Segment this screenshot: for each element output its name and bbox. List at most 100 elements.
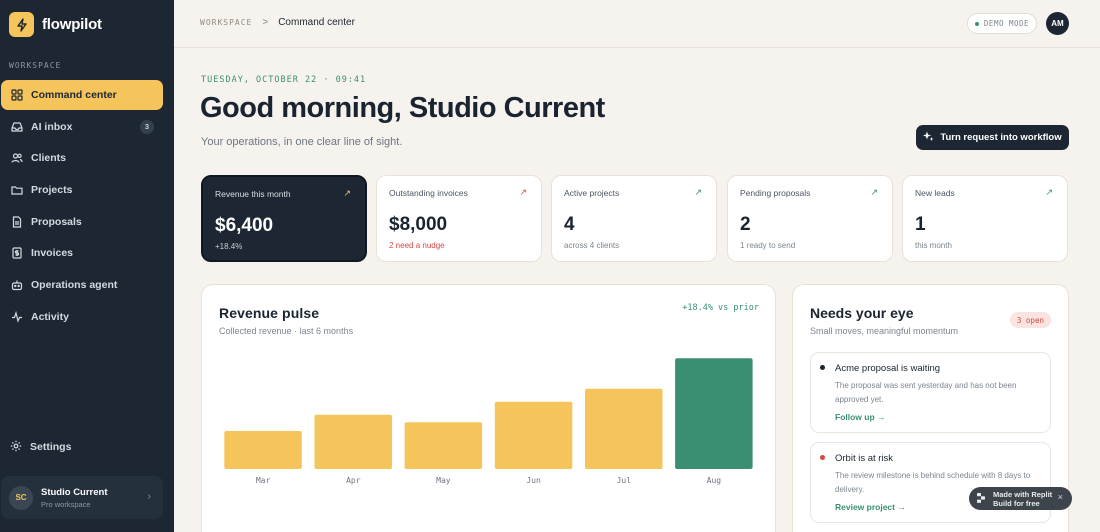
needs-subtitle: Small moves, meaningful momentum xyxy=(810,326,959,336)
arrow-up-right-icon: ↗ xyxy=(343,188,351,198)
brand-name: flowpilot xyxy=(42,16,102,33)
breadcrumb-current: Command center xyxy=(278,17,355,28)
kpi-value: 2 xyxy=(740,214,751,235)
breadcrumb: WORKSPACE > Command center xyxy=(200,17,355,28)
revenue-bar-apr[interactable] xyxy=(314,414,393,469)
users-icon xyxy=(10,152,23,165)
bot-icon xyxy=(10,279,23,292)
activity-icon xyxy=(10,310,23,323)
kpi-label: Revenue this month xyxy=(215,189,291,199)
workflow-button-label: Turn request into workflow xyxy=(940,132,1062,143)
inbox-icon xyxy=(10,120,23,133)
made-with-line1: Made with Replit xyxy=(993,489,1053,499)
breadcrumb-separator-icon: > xyxy=(262,17,269,28)
sidebar-section-label: WORKSPACE xyxy=(9,61,62,70)
arrow-up-right-icon: ↗ xyxy=(1045,187,1053,197)
kpi-value: 4 xyxy=(564,214,575,235)
sidebar-item-label: AI inbox xyxy=(31,120,73,133)
sidebar: flowpilot WORKSPACE Command center AI in… xyxy=(0,0,174,532)
revenue-bar-chart: Mar Apr May Jun Jul Aug xyxy=(224,358,753,485)
sidebar-nav: Command center AI inbox 3 Clients Projec… xyxy=(0,80,174,334)
demo-mode-badge[interactable]: DEMO MODE xyxy=(967,13,1037,34)
sidebar-item-label: Projects xyxy=(31,184,73,197)
user-avatar[interactable]: AM xyxy=(1046,12,1069,35)
kpi-label: Outstanding invoices xyxy=(389,188,468,198)
alert-item[interactable]: Acme proposal is waiting The proposal wa… xyxy=(810,352,1051,433)
lightning-logo-icon xyxy=(9,12,34,37)
alert-title: Acme proposal is waiting xyxy=(835,363,941,374)
alert-body: The proposal was sent yesterday and has … xyxy=(835,381,1017,404)
x-tick-label: May xyxy=(436,476,451,485)
revenue-bar-jun[interactable] xyxy=(494,401,573,469)
sidebar-item-proposals[interactable]: Proposals xyxy=(1,207,163,237)
workspace-plan: Pro workspace xyxy=(41,499,91,509)
kpi-note: this month xyxy=(915,241,952,250)
sparkle-icon xyxy=(923,131,934,145)
follow-up-link[interactable]: Follow up → xyxy=(835,412,1040,422)
sidebar-item-activity[interactable]: Activity xyxy=(1,302,163,332)
needs-title: Needs your eye xyxy=(810,305,914,321)
sidebar-item-command-center[interactable]: Command center xyxy=(1,80,163,110)
status-dot-icon xyxy=(820,365,825,370)
settings-label: Settings xyxy=(30,441,72,453)
arrow-up-right-icon: ↗ xyxy=(870,187,878,197)
made-with-line2: Build for free xyxy=(993,498,1040,508)
x-tick-label: Mar xyxy=(256,476,271,485)
page-title: Good morning, Studio Current xyxy=(200,92,605,124)
demo-mode-label: DEMO MODE xyxy=(983,19,1030,28)
revenue-pulse-card: Revenue pulse Collected revenue · last 6… xyxy=(201,284,776,532)
close-icon[interactable]: × xyxy=(1058,492,1063,502)
status-dot-icon xyxy=(820,455,825,460)
turn-request-into-workflow-button[interactable]: Turn request into workflow xyxy=(916,125,1069,150)
kpi-card-new-leads[interactable]: New leads ↗ 1 this month xyxy=(902,175,1068,262)
workspace-name: Studio Current xyxy=(41,486,108,498)
kpi-card-revenue[interactable]: Revenue this month ↗ $6,400 +18.4% xyxy=(201,175,367,262)
kpi-card-outstanding-invoices[interactable]: Outstanding invoices ↗ $8,000 2 need a n… xyxy=(376,175,542,262)
kpi-note: across 4 clients xyxy=(564,241,620,250)
folder-icon xyxy=(10,184,23,197)
brand[interactable]: flowpilot xyxy=(9,12,102,37)
revenue-bar-may[interactable] xyxy=(404,422,483,469)
sidebar-item-operations-agent[interactable]: Operations agent xyxy=(1,270,163,300)
x-tick-label: Apr xyxy=(346,476,361,485)
sidebar-item-invoices[interactable]: Invoices xyxy=(1,238,163,268)
revenue-bar-jul[interactable] xyxy=(585,388,663,469)
kpi-card-active-projects[interactable]: Active projects ↗ 4 across 4 clients xyxy=(551,175,717,262)
x-tick-label: Jul xyxy=(617,476,632,485)
revenue-bar-mar[interactable] xyxy=(224,431,302,469)
kpi-note: +18.4% xyxy=(215,242,243,251)
sidebar-item-label: Invoices xyxy=(31,247,74,260)
account-switcher[interactable]: SC Studio Current Pro workspace › xyxy=(1,476,163,519)
breadcrumb-root[interactable]: WORKSPACE xyxy=(200,18,252,27)
sidebar-item-label: Proposals xyxy=(31,215,82,228)
kpi-card-pending-proposals[interactable]: Pending proposals ↗ 2 1 ready to send xyxy=(727,175,893,262)
status-dot-icon xyxy=(974,21,979,26)
sidebar-item-clients[interactable]: Clients xyxy=(1,143,163,173)
kpi-label: Pending proposals xyxy=(740,188,811,198)
made-with-label: Made with Replit Build for free xyxy=(993,490,1052,508)
chevron-right-icon: › xyxy=(147,491,151,502)
replit-logo-icon xyxy=(977,490,987,508)
kpi-value: 1 xyxy=(915,214,926,235)
sidebar-item-label: Operations agent xyxy=(31,279,118,292)
revenue-bar-aug[interactable] xyxy=(675,358,753,469)
alert-title: Orbit is at risk xyxy=(835,453,894,464)
kpi-label: Active projects xyxy=(564,188,620,198)
inbox-count-badge: 3 xyxy=(140,119,154,134)
sidebar-item-ai-inbox[interactable]: AI inbox 3 xyxy=(1,112,163,142)
made-with-replit-badge[interactable]: Made with Replit Build for free × xyxy=(969,487,1072,510)
document-icon xyxy=(10,215,23,228)
arrow-up-right-icon: ↗ xyxy=(694,187,702,197)
sidebar-item-label: Activity xyxy=(31,310,69,323)
kpi-value: $8,000 xyxy=(389,214,448,235)
invoice-icon xyxy=(10,247,23,260)
gear-icon xyxy=(10,440,22,455)
alert-item[interactable]: Orbit is at risk The review milestone is… xyxy=(810,442,1051,523)
arrow-up-right-icon: ↗ xyxy=(519,187,527,197)
sidebar-item-label: Command center xyxy=(31,89,117,101)
sidebar-item-settings[interactable]: Settings xyxy=(1,432,163,462)
open-count-badge: 3 open xyxy=(1009,312,1051,328)
sidebar-item-projects[interactable]: Projects xyxy=(1,175,163,205)
x-tick-label: Aug xyxy=(707,476,722,485)
kpi-label: New leads xyxy=(915,188,955,198)
